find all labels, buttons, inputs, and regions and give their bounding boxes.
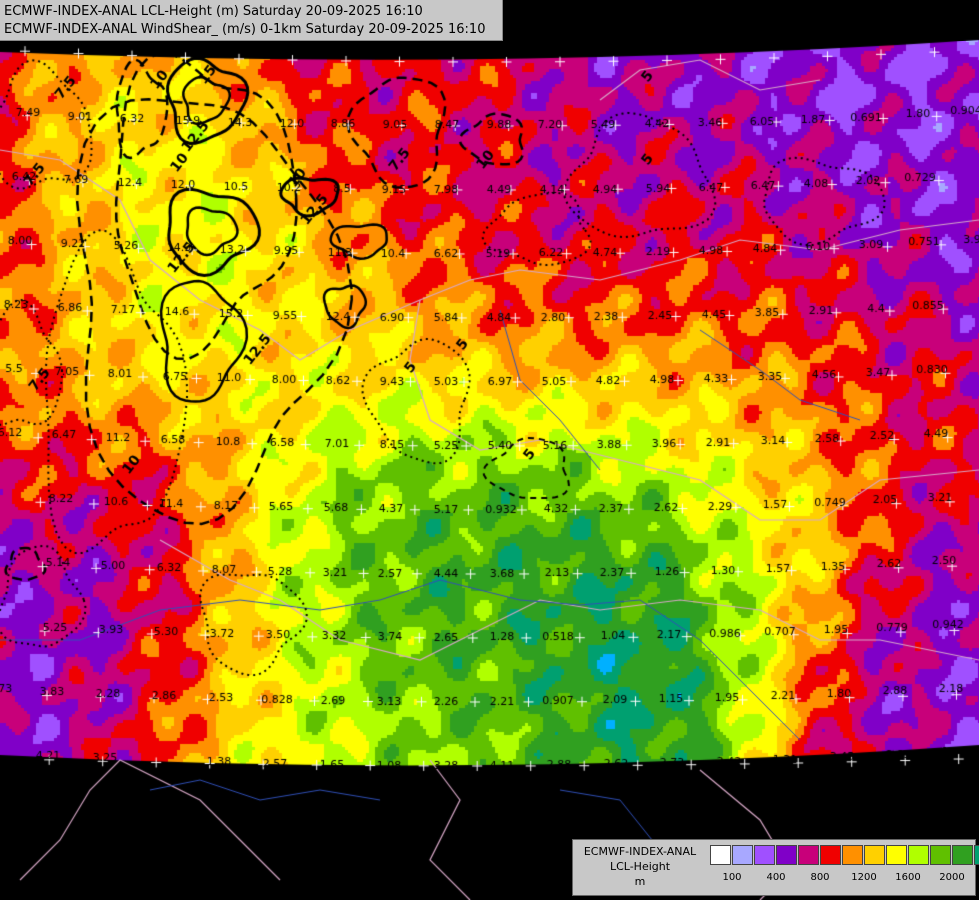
legend-tick-label: 400 — [766, 872, 786, 883]
legend-swatch — [930, 845, 951, 865]
legend-swatch — [776, 845, 797, 865]
legend-swatch — [842, 845, 863, 865]
lcl-height-map-canvas — [0, 0, 979, 900]
legend-swatch — [754, 845, 775, 865]
legend-tick-label: 2000 — [939, 872, 965, 883]
legend-swatch — [798, 845, 819, 865]
legend-swatch — [908, 845, 929, 865]
legend-swatch — [864, 845, 885, 865]
legend-field: LCL-Height — [609, 860, 671, 873]
legend-tick-label: 800 — [810, 872, 830, 883]
legend-swatch — [732, 845, 753, 865]
legend-unit: m — [634, 875, 646, 888]
legend-swatch — [820, 845, 841, 865]
legend-swatch — [886, 845, 907, 865]
legend-swatches — [710, 845, 979, 865]
legend-tick-label: 1200 — [851, 872, 877, 883]
title-box: ECMWF-INDEX-ANAL LCL-Height (m) Saturday… — [0, 0, 503, 41]
legend-ticks: 100 400 800 1200 1600 2000 — [710, 872, 974, 886]
legend-tick-label: 1600 — [895, 872, 921, 883]
legend-text: ECMWF-INDEX-ANAL LCL-Height m — [575, 844, 705, 889]
legend-tick-label: 100 — [722, 872, 742, 883]
legend-swatch — [952, 845, 973, 865]
legend-swatch — [974, 845, 979, 865]
title-line-wind-shear: ECMWF-INDEX-ANAL WindShear_ (m/s) 0-1km … — [4, 22, 486, 37]
title-line-lcl-height: ECMWF-INDEX-ANAL LCL-Height (m) Saturday… — [4, 4, 423, 19]
legend-model: ECMWF-INDEX-ANAL — [583, 845, 697, 858]
color-legend: ECMWF-INDEX-ANAL LCL-Height m 100 400 800 1… — [572, 839, 979, 896]
legend-swatch — [710, 845, 731, 865]
